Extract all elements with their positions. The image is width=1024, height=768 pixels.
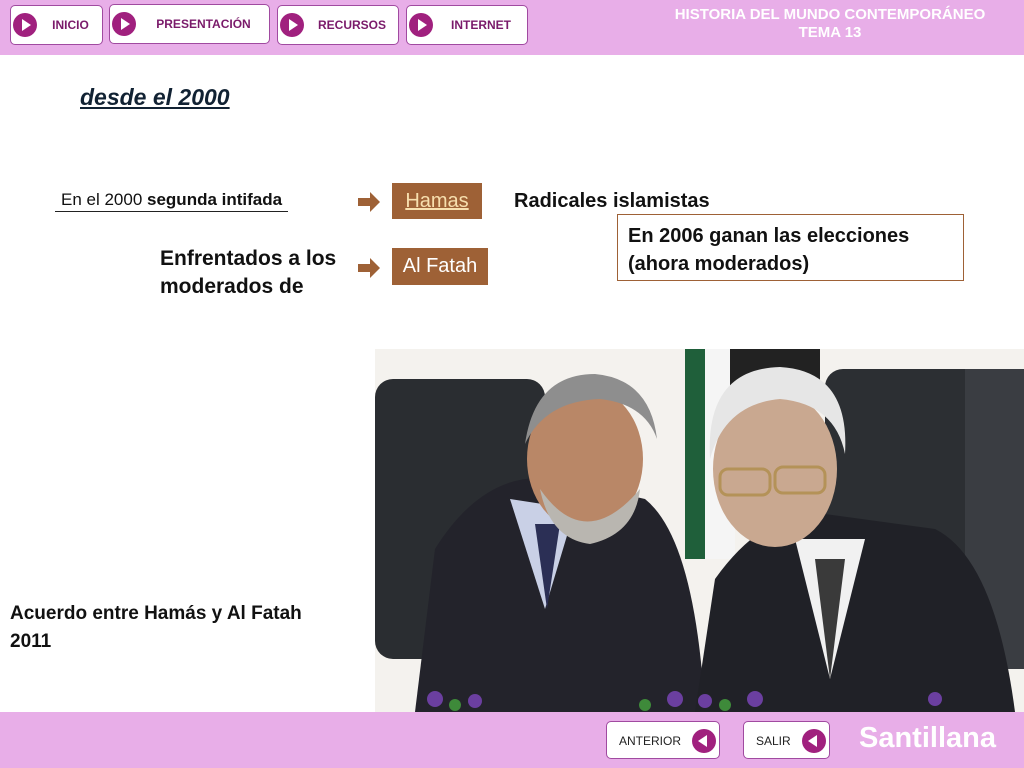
salir-button[interactable]: SALIR <box>743 721 830 759</box>
al-fatah-label: Al Fatah <box>402 255 478 277</box>
nav-internet-label: INTERNET <box>451 18 511 32</box>
play-icon <box>280 13 304 37</box>
enfrentados-text: Enfrentados a los moderados de <box>160 245 360 301</box>
arrow-right-icon <box>358 190 380 214</box>
nav-internet-button[interactable]: INTERNET <box>406 5 528 45</box>
intifada-bold: segunda intifada <box>147 190 283 209</box>
back-arrow-icon <box>802 729 826 753</box>
caption-line2: 2011 <box>10 631 52 652</box>
nav-recursos-label: RECURSOS <box>317 18 386 32</box>
nav-recursos-button[interactable]: RECURSOS <box>277 5 399 45</box>
enfrentados-line1: Enfrentados a los <box>160 247 337 270</box>
anterior-label: ANTERIOR <box>619 734 682 748</box>
santillana-logo: Santillana <box>859 722 996 754</box>
salir-label: SALIR <box>756 734 791 748</box>
arrow-right-icon <box>358 256 380 280</box>
nav-inicio-button[interactable]: INICIO <box>10 5 103 45</box>
elecciones-box: En 2006 ganan las elecciones (ahora mode… <box>617 214 964 281</box>
nav-presentacion-label: PRESENTACIÓN <box>156 17 251 31</box>
course-title-line1: HISTORIA DEL MUNDO CONTEMPORÁNEO <box>674 6 986 23</box>
intifada-text: En el 2000 segunda intifada <box>55 190 289 212</box>
nav-presentacion-button[interactable]: PRESENTACIÓN <box>109 4 270 44</box>
nav-inicio-label: INICIO <box>52 18 89 32</box>
photo-two-men <box>375 349 1024 712</box>
section-heading: desde el 2000 <box>80 84 230 110</box>
intifada-prefix: En el 2000 <box>61 190 148 209</box>
back-arrow-icon <box>692 729 716 753</box>
course-title-line2: TEMA 13 <box>798 24 862 41</box>
photo-caption: Acuerdo entre Hamás y Al Fatah 2011 <box>10 600 370 656</box>
radicales-text: Radicales islamistas <box>514 190 710 212</box>
course-title: HISTORIA DEL MUNDO CONTEMPORÁNEO TEMA 13 <box>650 6 1010 42</box>
al-fatah-box: Al Fatah <box>392 248 488 285</box>
enfrentados-line2: moderados de <box>160 275 304 298</box>
play-icon <box>13 13 37 37</box>
play-icon <box>112 12 136 36</box>
hamas-label: Hamas <box>405 189 469 212</box>
hamas-link[interactable]: Hamas <box>392 183 482 219</box>
caption-line1: Acuerdo entre Hamás y Al Fatah <box>10 603 302 624</box>
elecciones-line2: (ahora moderados) <box>628 253 810 275</box>
elecciones-line1: En 2006 ganan las elecciones <box>628 225 910 247</box>
play-icon <box>409 13 433 37</box>
anterior-button[interactable]: ANTERIOR <box>606 721 720 759</box>
